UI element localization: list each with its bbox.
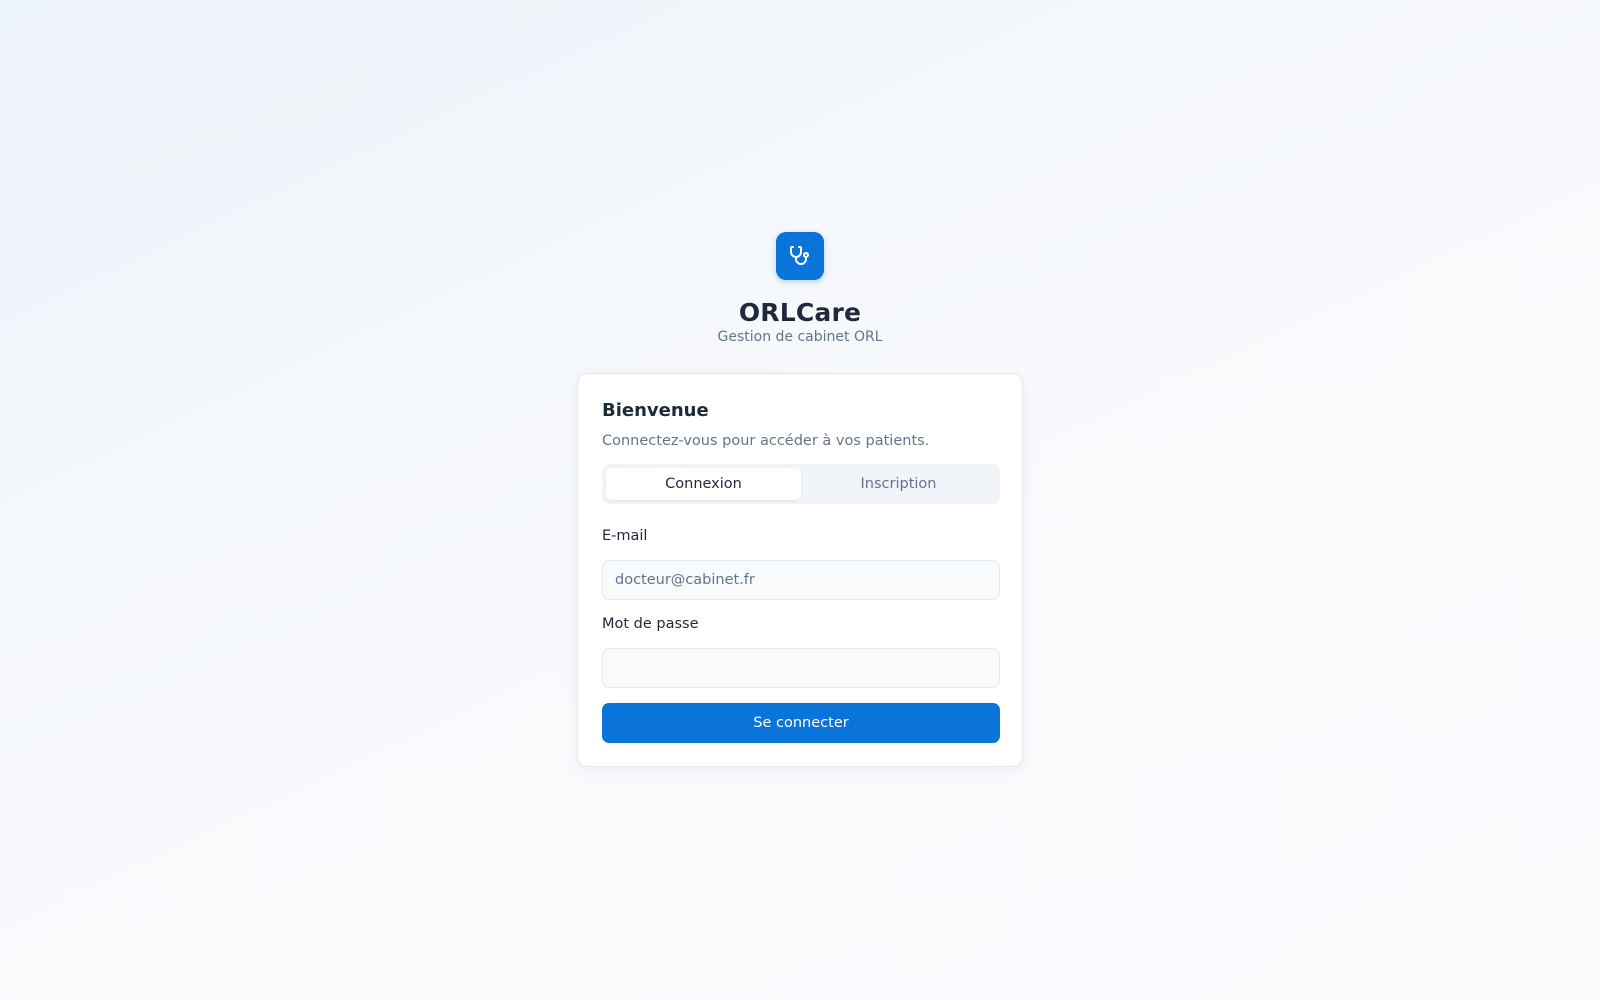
stethoscope-icon — [790, 246, 809, 265]
email-field[interactable] — [602, 560, 1000, 600]
login-card: Bienvenue Connectez-vous pour accéder à … — [577, 373, 1023, 767]
email-label: E-mail — [602, 528, 648, 544]
app-tagline: Gestion de cabinet ORL — [717, 329, 883, 345]
card-title: Bienvenue — [602, 400, 709, 421]
brand-header: ORLCare Gestion de cabinet ORL — [0, 232, 1600, 345]
app-logo — [776, 232, 824, 280]
app-name: ORLCare — [738, 298, 862, 327]
password-field[interactable] — [602, 648, 1000, 688]
auth-tabs: Connexion Inscription — [602, 464, 1000, 504]
card-subtitle: Connectez-vous pour accéder à vos patien… — [602, 433, 930, 449]
password-label: Mot de passe — [602, 616, 699, 632]
tab-connexion[interactable]: Connexion — [606, 468, 801, 500]
login-button[interactable]: Se connecter — [602, 703, 1000, 743]
tab-inscription[interactable]: Inscription — [801, 468, 996, 500]
